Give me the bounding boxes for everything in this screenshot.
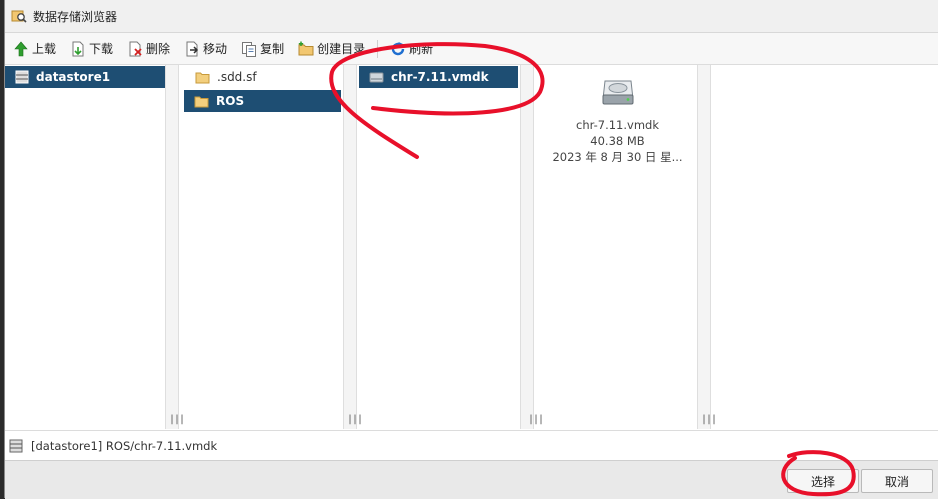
datastore-icon (15, 70, 29, 84)
file-preview: chr-7.11.vmdk 40.38 MB 2023 年 8 月 30 日 星… (528, 65, 697, 429)
upload-arrow-icon (14, 41, 28, 56)
refresh-label: 刷新 (409, 42, 434, 56)
download-icon (72, 41, 84, 56)
column-splitter[interactable] (343, 65, 357, 429)
move-button[interactable]: 移动 (184, 40, 227, 57)
datastore-item[interactable]: datastore1 (5, 66, 165, 88)
folder-icon (194, 96, 209, 107)
column-splitter[interactable] (165, 65, 179, 429)
column-splitter[interactable] (697, 65, 711, 429)
empty-column: ||| (701, 65, 938, 429)
folder-column: .sdd.sf ROS ||| (169, 65, 343, 429)
delete-button[interactable]: 删除 (127, 40, 170, 57)
copy-icon (242, 41, 257, 57)
copy-label: 复制 (260, 42, 285, 56)
create-directory-button[interactable]: 创建目录 (298, 40, 365, 57)
preview-filename: chr-7.11.vmdk (576, 118, 659, 132)
preview-date: 2023 年 8 月 30 日 星... (552, 150, 683, 164)
column-splitter[interactable] (520, 65, 534, 429)
column-resize-grip[interactable]: ||| (347, 414, 363, 425)
create-directory-label: 创建目录 (317, 42, 366, 56)
virtual-disk-icon (601, 80, 634, 105)
datastore-name: datastore1 (36, 70, 111, 84)
folder-icon (195, 72, 210, 83)
datastore-column: datastore1 (5, 65, 165, 429)
column-resize-grip[interactable]: ||| (169, 414, 185, 425)
refresh-icon (391, 41, 405, 55)
move-icon (186, 41, 199, 56)
disk-icon (369, 72, 384, 83)
move-label: 移动 (203, 42, 228, 56)
select-button[interactable]: 选择 (787, 469, 859, 493)
title-bar: 数据存储浏览器 (5, 0, 938, 33)
column-resize-grip[interactable]: ||| (528, 414, 544, 425)
new-folder-icon (298, 41, 314, 55)
selected-path: [datastore1] ROS/chr-7.11.vmdk (31, 439, 218, 453)
path-bar: [datastore1] ROS/chr-7.11.vmdk (5, 430, 938, 461)
datastore-browser-window: 数据存储浏览器 上载 下载 删除 移动 复制 创建目录 刷新 datastore… (4, 0, 938, 499)
delete-icon (129, 41, 142, 56)
folder-item-ros[interactable]: ROS (184, 90, 341, 112)
folder-item-sdd-sf[interactable]: .sdd.sf (185, 66, 341, 88)
dialog-footer: 选择 取消 (5, 460, 938, 499)
copy-button[interactable]: 复制 (241, 40, 284, 57)
file-item-chr-vmdk[interactable]: chr-7.11.vmdk (359, 66, 518, 88)
folder-label: .sdd.sf (217, 70, 257, 84)
download-button[interactable]: 下载 (70, 40, 113, 57)
upload-button[interactable]: 上载 (13, 40, 56, 57)
datastore-icon (9, 439, 23, 453)
preview-size: 40.38 MB (590, 134, 645, 148)
cancel-button[interactable]: 取消 (861, 469, 933, 493)
file-label: chr-7.11.vmdk (391, 70, 489, 84)
toolbar-separator (377, 39, 379, 58)
upload-label: 上载 (32, 42, 57, 56)
column-browser: datastore1 .sdd.sf ROS ||| chr-7.11.vmdk… (5, 65, 938, 429)
delete-label: 删除 (146, 42, 171, 56)
window-title: 数据存储浏览器 (33, 9, 118, 24)
refresh-button[interactable]: 刷新 (390, 40, 433, 57)
download-label: 下载 (89, 42, 114, 56)
toolbar: 上载 下载 删除 移动 复制 创建目录 刷新 (5, 33, 938, 65)
file-column: chr-7.11.vmdk ||| (347, 65, 520, 429)
column-resize-grip[interactable]: ||| (701, 414, 717, 425)
folder-label: ROS (216, 94, 245, 108)
datastore-browser-icon (11, 10, 27, 23)
